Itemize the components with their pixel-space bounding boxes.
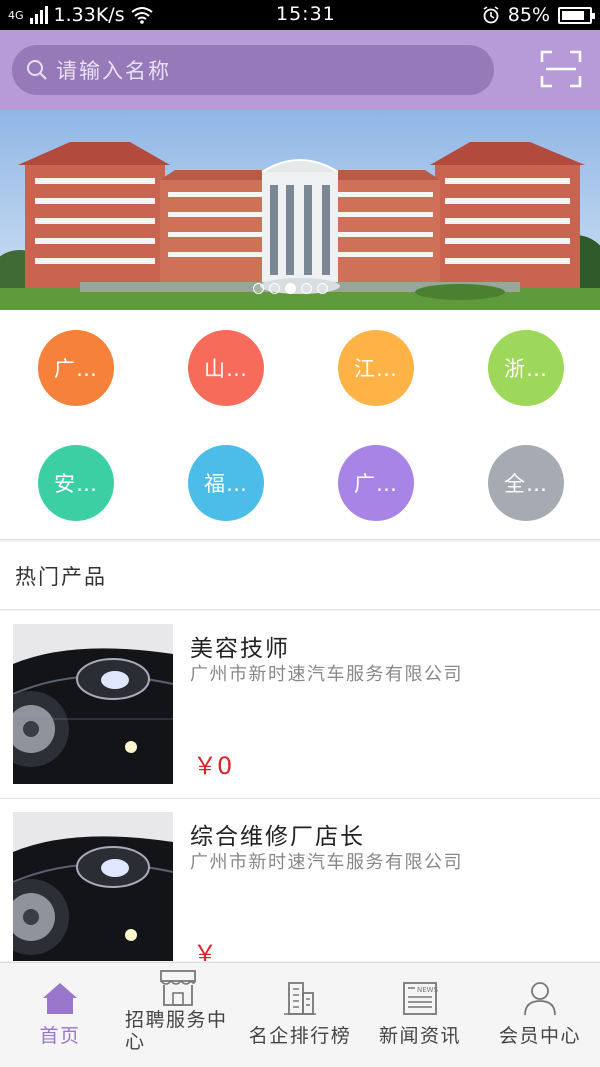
product-title[interactable]: 美容技师 — [190, 629, 290, 663]
tab-label: 会员中心 — [498, 1025, 581, 1047]
product-thumbnail[interactable] — [13, 624, 173, 784]
category-item[interactable]: 广… — [338, 445, 414, 521]
app-root: 4G 1.33K/s 15:31 85% 请输入名称 广… 山… 江… 浙… 安… — [0, 0, 600, 1067]
tab-news[interactable]: NEWS 新闻资讯 — [360, 963, 480, 1067]
user-icon — [524, 982, 556, 1016]
product-price: ￥0 — [193, 752, 233, 780]
app-header: 请输入名称 — [0, 30, 600, 110]
category-item[interactable]: 全… — [488, 445, 564, 521]
category-item[interactable]: 江… — [338, 330, 414, 406]
carousel-dot[interactable] — [285, 283, 296, 294]
home-icon — [43, 983, 77, 1014]
product-list: 美容技师 广州市新时速汽车服务有限公司 ￥0 综合维修厂店长 广州市新时速汽车服… — [0, 611, 600, 961]
carousel-dot[interactable] — [301, 283, 312, 294]
tab-label: 招聘服务中心 — [125, 1009, 228, 1053]
product-price: ￥ — [193, 940, 217, 961]
category-item[interactable]: 山… — [188, 330, 264, 406]
search-box[interactable]: 请输入名称 — [12, 45, 494, 95]
network-label: 4G — [8, 8, 24, 22]
product-thumbnail[interactable] — [13, 812, 173, 961]
tab-label: 名企排行榜 — [248, 1025, 352, 1047]
product-company: 广州市新时速汽车服务有限公司 — [190, 852, 463, 873]
category-item[interactable]: 安… — [38, 445, 114, 521]
section-title: 热门产品 — [15, 564, 107, 589]
battery-icon — [558, 6, 595, 24]
search-icon — [27, 60, 47, 80]
scan-icon[interactable] — [540, 50, 582, 88]
bottom-tab-bar: 首页 招聘服务中心 名企排行榜 NEWS 新闻资讯 会员中心 — [0, 962, 600, 1067]
tab-rankings[interactable]: 名企排行榜 — [240, 963, 360, 1067]
section-header: 热门产品 — [0, 542, 600, 610]
carousel-indicators[interactable] — [253, 283, 328, 294]
category-item[interactable]: 福… — [188, 445, 264, 521]
carousel-dot[interactable] — [317, 283, 328, 294]
building-icon — [284, 982, 316, 1015]
status-bar: 4G 1.33K/s 15:31 85% — [0, 0, 600, 30]
category-item[interactable]: 浙… — [488, 330, 564, 406]
carousel-dot[interactable] — [269, 283, 280, 294]
wifi-icon — [130, 7, 153, 24]
category-grid: 广… 山… 江… 浙… 安… 福… 广… 全… — [0, 310, 600, 540]
battery-percent: 85% — [507, 4, 550, 26]
storefront-icon — [160, 970, 196, 1006]
clock: 15:31 — [276, 3, 336, 25]
tab-home[interactable]: 首页 — [0, 963, 120, 1067]
product-title[interactable]: 综合维修厂店长 — [190, 817, 365, 851]
banner-image[interactable] — [0, 110, 600, 310]
tab-label: 新闻资讯 — [378, 1025, 461, 1047]
search-input[interactable]: 请输入名称 — [56, 55, 171, 85]
carousel-dot[interactable] — [253, 283, 264, 294]
banner-carousel[interactable] — [0, 110, 600, 310]
tab-recruitment[interactable]: 招聘服务中心 — [118, 963, 238, 1067]
category-item[interactable]: 广… — [38, 330, 114, 406]
alarm-icon — [483, 6, 499, 24]
tab-label: 首页 — [39, 1025, 81, 1047]
svg-text:NEWS: NEWS — [417, 986, 439, 994]
signal-icon — [29, 6, 48, 24]
list-item[interactable]: 综合维修厂店长 广州市新时速汽车服务有限公司 ￥ — [0, 799, 600, 961]
newspaper-icon: NEWS — [403, 982, 439, 1015]
product-company: 广州市新时速汽车服务有限公司 — [190, 664, 463, 685]
list-item[interactable]: 美容技师 广州市新时速汽车服务有限公司 ￥0 — [0, 611, 600, 799]
tab-member[interactable]: 会员中心 — [480, 963, 600, 1067]
network-speed: 1.33K/s — [53, 4, 125, 26]
